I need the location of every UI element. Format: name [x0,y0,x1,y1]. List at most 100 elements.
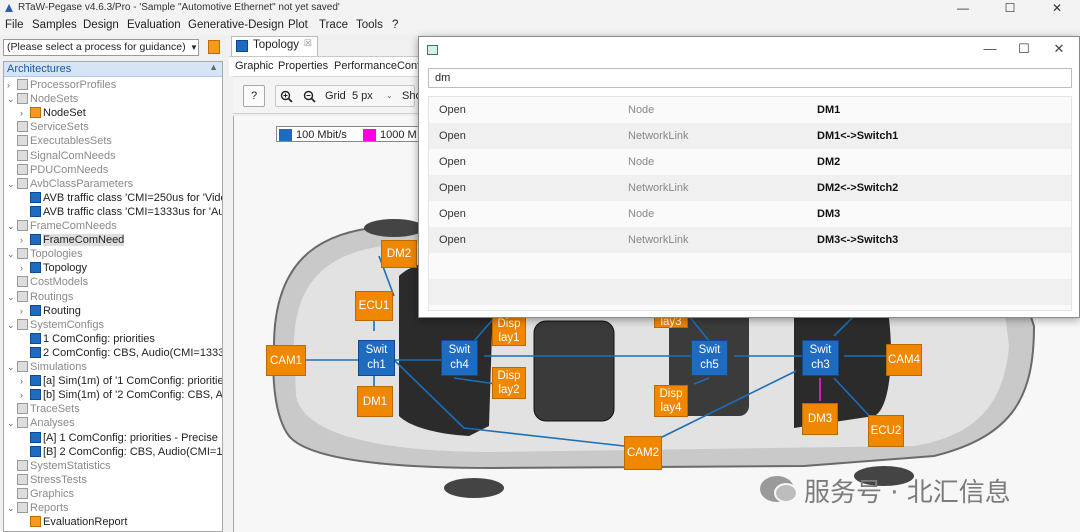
tree-item[interactable]: 2 ComConfig: CBS, Audio(CMI=1333) [20,346,222,360]
chevron-right-icon[interactable]: › [20,261,30,275]
tree-item[interactable]: › FrameComNeed [20,233,125,247]
tree-item[interactable]: ⌄ NodeSets [7,92,78,106]
switch4-node[interactable]: Swit ch4 [441,340,478,376]
zoom-out-icon[interactable] [303,90,316,103]
chevron-down-icon[interactable]: ⌄ [7,177,17,191]
chevron-right-icon[interactable]: › [20,233,30,247]
tree-item[interactable]: › NodeSet [20,106,86,120]
tree-item[interactable]: ⌄ Analyses [7,416,75,430]
chevron-down-icon[interactable]: ⌄ [7,360,17,374]
tree-item[interactable]: PDUComNeeds [7,163,108,177]
result-action[interactable]: Open [439,104,466,116]
tree-item[interactable]: ExecutablesSets [7,134,112,148]
switch3-node[interactable]: Swit ch3 [802,340,839,376]
tree-item[interactable]: EvaluationReport [20,515,127,529]
tree-item[interactable]: SystemStatistics [7,459,111,473]
tree-item[interactable]: StressTests [7,473,87,487]
close-button[interactable]: ✕ [1034,0,1080,17]
result-action[interactable]: Open [439,156,466,168]
tab-close-icon[interactable]: ☒ [304,38,312,49]
guidance-panel-icon[interactable] [208,40,220,54]
tree-item[interactable]: AVB traffic class 'CMI=1333us for 'Au [20,205,222,219]
menu-trace[interactable]: Trace [319,19,348,31]
tree-item[interactable]: ⌄ Simulations [7,360,87,374]
cam1-node[interactable]: CAM1 [266,345,306,376]
menu-samples[interactable]: Samples [32,19,77,31]
help-button[interactable]: ? [243,85,265,107]
chevron-right-icon[interactable]: › [20,304,30,318]
tree-item[interactable]: CostModels [7,275,88,289]
result-action[interactable]: Open [439,234,466,246]
result-row[interactable]: Open NetworkLink DM2<->Switch2 [429,175,1071,201]
chevron-right-icon[interactable]: › [20,106,30,120]
chevron-down-icon[interactable]: ⌄ [7,247,17,261]
chevron-down-icon[interactable]: ⌄ [7,318,17,332]
tab-graphic[interactable]: Graphic [235,60,274,72]
tab-performance-config[interactable]: PerformanceConfi [334,60,423,72]
grid-size-select[interactable]: 5 px [352,86,373,106]
display4-node[interactable]: Disp lay4 [654,385,688,417]
tree-item[interactable]: ⌄ AvbClassParameters [7,177,133,191]
menu-help[interactable]: ? [392,19,398,31]
tree-item[interactable]: AVB traffic class 'CMI=250us for 'Vide [20,191,222,205]
tree-item[interactable]: ⌄ Reports [7,501,69,515]
dm1-node[interactable]: DM1 [357,386,393,417]
collapse-icon[interactable]: ▲ [209,62,218,72]
minimize-button[interactable]: — [940,0,986,17]
dm3-node[interactable]: DM3 [802,403,838,435]
tree-item[interactable]: 1 ComConfig: priorities [20,332,155,346]
ecu2-node[interactable]: ECU2 [868,415,904,447]
tab-properties[interactable]: Properties [278,60,328,72]
chevron-down-icon[interactable]: ⌄ [7,416,17,430]
tree-item[interactable]: SignalComNeeds [7,149,116,163]
menu-tools[interactable]: Tools [356,19,383,31]
tree-item[interactable]: › Routing [20,304,81,318]
switch1-node[interactable]: Swit ch1 [358,340,395,376]
chevron-right-icon[interactable]: › [7,78,17,92]
display2-node[interactable]: Disp lay2 [492,367,526,399]
chevron-right-icon[interactable]: › [20,388,30,402]
chevron-down-icon[interactable]: ▼ [189,41,199,54]
cam4-node[interactable]: CAM4 [886,344,922,376]
dialog-maximize-button[interactable]: ☐ [1009,41,1039,59]
zoom-in-icon[interactable] [280,90,293,103]
menu-evaluation[interactable]: Evaluation [127,19,181,31]
dialog-minimize-button[interactable]: — [975,41,1005,59]
maximize-button[interactable]: ☐ [987,0,1033,17]
ecu1-node[interactable]: ECU1 [355,291,393,321]
tree-item[interactable]: ⌄ SystemConfigs [7,318,104,332]
chevron-down-icon[interactable]: ⌄ [7,290,17,304]
chevron-right-icon[interactable]: › [20,374,30,388]
menu-file[interactable]: File [5,19,24,31]
guidance-select[interactable]: (Please select a process for guidance) [3,39,199,56]
result-row[interactable]: Open Node DM2 [429,149,1071,175]
display1-node[interactable]: Disp lay1 [492,316,526,346]
chevron-down-icon[interactable]: ⌄ [7,92,17,106]
tree-item[interactable]: TraceSets [7,402,80,416]
menu-design[interactable]: Design [83,19,119,31]
tree-item[interactable]: ServiceSets [7,120,89,134]
grid-chevron-icon[interactable]: ⌄ [386,86,393,106]
result-row[interactable]: Open Node DM1 [429,97,1071,123]
tree-item[interactable]: › [b] Sim(1m) of '2 ComConfig: CBS, Au [20,388,222,402]
dialog-close-button[interactable]: ✕ [1044,41,1074,59]
result-row[interactable]: Open Node DM3 [429,201,1071,227]
tree-item[interactable]: [A] 1 ComConfig: priorities - Precise [20,431,218,445]
result-action[interactable]: Open [439,208,466,220]
search-input[interactable] [428,68,1072,88]
result-action[interactable]: Open [439,182,466,194]
result-action[interactable]: Open [439,130,466,142]
tree-item[interactable]: ⌄ FrameComNeeds [7,219,117,233]
chevron-down-icon[interactable]: ⌄ [7,501,17,515]
menu-plot[interactable]: Plot [288,19,308,31]
tree-item[interactable]: › Topology [20,261,87,275]
tree-item[interactable]: Graphics [7,487,74,501]
tab-topology[interactable]: Topology ☒ [231,36,318,56]
switch5-node[interactable]: Swit ch5 [691,340,728,376]
cam2-node[interactable]: CAM2 [624,436,662,470]
tree-item[interactable]: [B] 2 ComConfig: CBS, Audio(CMI=1 [20,445,222,459]
tree-item[interactable]: ⌄ Routings [7,290,73,304]
chevron-down-icon[interactable]: ⌄ [7,219,17,233]
result-row[interactable]: Open NetworkLink DM3<->Switch3 [429,227,1071,253]
result-row[interactable]: Open NetworkLink DM1<->Switch1 [429,123,1071,149]
